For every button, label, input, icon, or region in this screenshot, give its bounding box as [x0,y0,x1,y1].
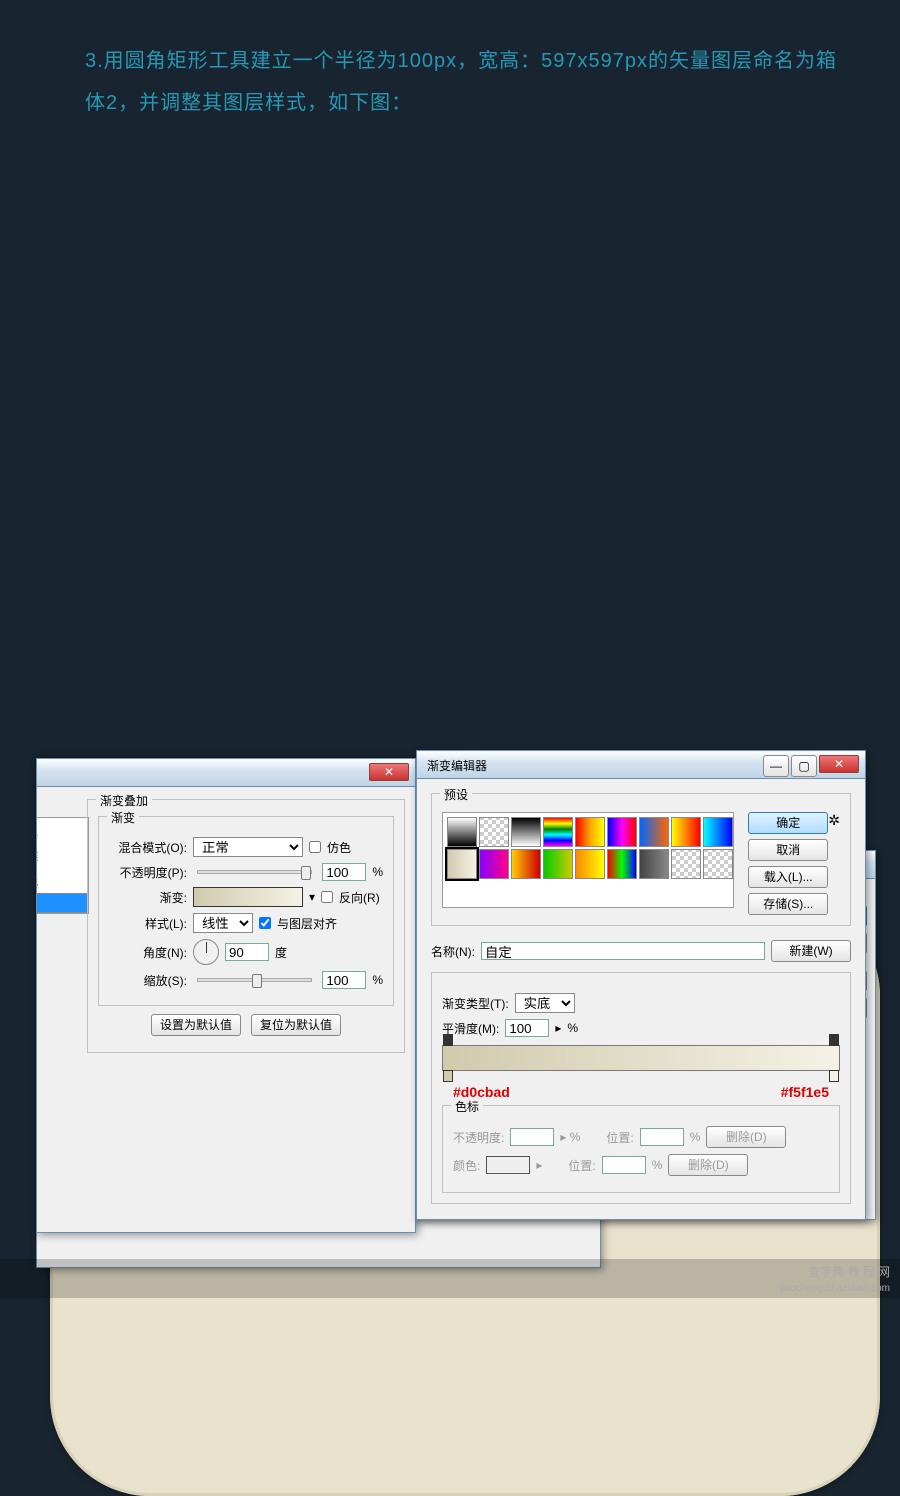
list-item[interactable]: 认 [37,818,88,843]
cancel-button[interactable]: 取消 [748,839,828,861]
opacity-stop[interactable] [829,1034,839,1046]
scale-slider[interactable] [197,978,312,982]
style-select[interactable]: 线性 [193,913,253,933]
style-label: 样式(L): [109,915,187,932]
blend-label: 混合模式(O): [109,839,187,856]
type-select[interactable]: 实底 [515,993,575,1013]
dither-label: 仿色 [327,839,351,856]
gear-icon[interactable]: ✲ [828,812,840,829]
list-item[interactable]: 雕 [37,843,88,868]
reset-default-button[interactable]: 复位为默认值 [251,1014,341,1036]
angle-label: 角度(N): [109,944,187,961]
ok-button[interactable]: 确定 [748,812,828,834]
maximize-icon[interactable]: ▢ [791,755,817,777]
angle-dial[interactable] [193,939,219,965]
color-stop[interactable] [443,1070,453,1082]
position-label: 位置: [606,1129,633,1146]
reverse-checkbox[interactable] [321,891,333,903]
group-label: 预设 [440,786,472,803]
group-label: 色标 [451,1098,483,1115]
blend-select[interactable]: 正常 [193,837,303,857]
smooth-input[interactable] [505,1019,549,1037]
reverse-label: 反向(R) [339,889,380,906]
opacity-label: 不透明度(P): [109,864,187,881]
preset-grid[interactable] [442,812,734,908]
scale-label: 缩放(S): [109,972,187,989]
stop-color-swatch[interactable] [486,1156,530,1174]
align-label: 与图层对齐 [277,915,337,932]
opacity-stop[interactable] [443,1034,453,1046]
unit: 度 [275,944,287,961]
list-item[interactable]: 线 [37,868,88,893]
dropdown-icon[interactable]: ▸ [555,1021,561,1035]
opacity-input[interactable] [322,863,366,881]
angle-input[interactable] [225,943,269,961]
dropdown-icon[interactable]: ▾ [309,890,315,904]
stop-color-label: #f5f1e5 [781,1084,829,1100]
group-label: 渐变 [107,809,139,826]
close-icon[interactable]: ✕ [819,755,859,773]
set-default-button[interactable]: 设置为默认值 [151,1014,241,1036]
gradient-editor-dialog: 渐变编辑器 — ▢ ✕ 预设 ✲ [416,750,866,1220]
footer-watermark: 查字典 教 程 网 jiaocheng.chazidian.com [0,1259,900,1298]
close-icon[interactable]: ✕ [369,763,409,781]
delete-button[interactable]: 删除(D) [668,1154,748,1176]
stop-position-input [602,1156,646,1174]
align-checkbox[interactable] [259,917,271,929]
group-label: 渐变叠加 [96,792,152,809]
stop-position-input [640,1128,684,1146]
dither-checkbox[interactable] [309,841,321,853]
save-button[interactable]: 存储(S)... [748,893,828,915]
minimize-icon[interactable]: — [763,755,789,777]
layer-style-dialog-gradient: ✕ 认 雕 线 渐变叠加 渐变 混合模式(O): 正常 [36,758,416,1233]
titlebar[interactable]: ✕ [37,759,415,787]
type-label: 渐变类型(T): [442,995,509,1012]
name-input[interactable] [481,942,765,960]
color-label: 颜色: [453,1157,480,1174]
opacity-label: 不透明度: [453,1129,504,1146]
delete-button[interactable]: 删除(D) [706,1126,786,1148]
stop-opacity-input [510,1128,554,1146]
list-item-selected[interactable] [37,893,88,913]
gradient-swatch[interactable] [193,887,303,907]
styles-list[interactable]: 认 雕 线 [37,817,89,914]
position-label: 位置: [568,1157,595,1174]
color-stop[interactable] [829,1070,839,1082]
titlebar[interactable]: 渐变编辑器 — ▢ ✕ [417,751,865,779]
opacity-slider[interactable] [197,870,312,874]
scale-input[interactable] [322,971,366,989]
name-label: 名称(N): [431,943,475,960]
new-button[interactable]: 新建(W) [771,940,851,962]
load-button[interactable]: 载入(L)... [748,866,828,888]
instruction-text: 3.用圆角矩形工具建立一个半径为100px，宽高：597x597px的矢量图层命… [0,0,900,144]
gradient-label: 渐变: [109,889,187,906]
gradient-bar[interactable]: #d0cbad #f5f1e5 [442,1045,840,1071]
